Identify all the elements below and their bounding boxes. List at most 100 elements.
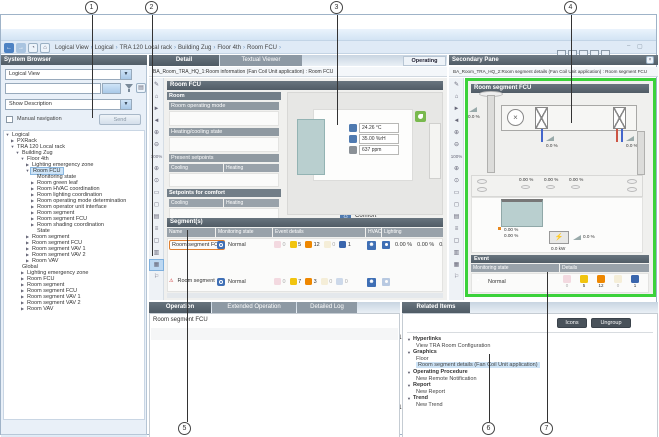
- monitoring-state-icon: [217, 241, 225, 249]
- event-count-value: 0: [283, 279, 286, 285]
- heating-column-header: Heating: [224, 199, 279, 207]
- search-input[interactable]: [5, 83, 101, 94]
- flag-icon[interactable]: ⚐: [449, 271, 464, 283]
- segments-column-header: Monitoring state: [216, 228, 272, 237]
- event-count-value: 7: [298, 279, 301, 285]
- light-icon: [571, 185, 580, 189]
- save-filter-icon[interactable]: ▤: [136, 83, 146, 93]
- breadcrumb-item[interactable]: Logical View: [55, 45, 89, 51]
- event-count: 0: [561, 275, 573, 288]
- horizontal-scrollbar[interactable]: [167, 293, 443, 298]
- manual-navigation-label: Manual navigation: [17, 116, 62, 122]
- tab-operation[interactable]: Operation: [149, 302, 211, 313]
- previous-icon[interactable]: ◄: [449, 115, 464, 127]
- event-count-value: 0: [283, 242, 286, 248]
- minimize-icon[interactable]: –: [627, 43, 630, 49]
- back-icon[interactable]: ←: [4, 43, 14, 53]
- chevron-down-icon[interactable]: ▼: [120, 100, 131, 109]
- event-monitoring-value: Normal: [488, 279, 506, 285]
- print-icon[interactable]: ▥: [449, 247, 464, 259]
- layout-icon-group: [557, 44, 612, 52]
- fit-view-icon[interactable]: ▭: [449, 187, 464, 199]
- related-group-label: Operating Procedure: [413, 369, 468, 376]
- segments-column-header: Lighting: [382, 228, 443, 237]
- related-group-header[interactable]: ▼Report: [407, 382, 653, 389]
- related-group-header[interactable]: ▼Hyperlinks: [407, 336, 653, 343]
- tab-detail[interactable]: Detail: [149, 55, 219, 66]
- tree-item[interactable]: ▶Room VAV: [5, 306, 143, 312]
- related-item-label: View TRA Room Configuration: [416, 343, 490, 349]
- green-leaf-icon[interactable]: [415, 111, 426, 122]
- zoom-window-icon[interactable]: ⊕: [449, 163, 464, 175]
- view-selector-dropdown[interactable]: Logical View ▼: [5, 69, 132, 80]
- event-pink-icon: [274, 241, 281, 248]
- send-button[interactable]: Send: [99, 114, 141, 125]
- event-count: 3: [305, 278, 317, 285]
- heating-coil-icon: [613, 107, 626, 129]
- select-icon[interactable]: ◻: [449, 199, 464, 211]
- tab-textual-viewer[interactable]: Textual Viewer: [220, 55, 302, 66]
- pan-icon[interactable]: ⊙: [449, 175, 464, 187]
- filter-icon[interactable]: [125, 84, 133, 92]
- operating-mode-button[interactable]: Operating: [403, 56, 446, 66]
- close-icon[interactable]: ×: [646, 56, 654, 64]
- forward-icon[interactable]: →: [16, 43, 26, 53]
- callout-line: [152, 15, 153, 256]
- operating-mode-header: Room operating mode: [169, 102, 279, 110]
- chevron-down-icon[interactable]: ▼: [120, 70, 131, 79]
- restore-icon[interactable]: ▢: [637, 43, 643, 50]
- return-water-pipe: [621, 129, 623, 142]
- breadcrumb-item[interactable]: Building Zug: [178, 45, 211, 51]
- home-icon[interactable]: ⌂: [40, 43, 50, 53]
- operation-property-row[interactable]: Monitoring state Normal: [151, 328, 398, 340]
- manual-navigation-checkbox[interactable]: [6, 116, 13, 123]
- related-items-icon[interactable]: ▦: [449, 259, 464, 271]
- list-icon[interactable]: ≡: [449, 223, 464, 235]
- blind-position-marker: [498, 227, 501, 230]
- tab-extended-operation[interactable]: Extended Operation: [212, 302, 296, 313]
- table-row[interactable]: Room segment FCUNormal051201☻0.00 %0.00 …: [167, 239, 443, 253]
- flag-icon[interactable]: ⚐: [149, 271, 164, 283]
- breadcrumb-item[interactable]: Room FCU: [247, 45, 277, 51]
- show-description-dropdown[interactable]: Show Description ▼: [5, 99, 132, 110]
- event-count-value: 0: [329, 279, 332, 285]
- callout-number: 1: [85, 1, 98, 14]
- breadcrumb-item[interactable]: Floor 4th: [217, 45, 241, 51]
- lighting-value: 0.00 %: [395, 242, 412, 248]
- event-count: 5: [290, 241, 302, 248]
- search-button[interactable]: ▼: [102, 83, 121, 94]
- edit-icon[interactable]: ✎: [449, 79, 464, 91]
- page-icon[interactable]: ▢: [449, 235, 464, 247]
- play-icon[interactable]: ►: [449, 103, 464, 115]
- event-count-value: 1: [629, 283, 641, 288]
- zoom-in-icon[interactable]: ⊕: [449, 127, 464, 139]
- related-item[interactable]: New Trend: [407, 402, 653, 408]
- icons-button[interactable]: Icons: [557, 318, 587, 328]
- tab-related-items[interactable]: Related Items: [402, 302, 470, 313]
- segments-column-header: Name: [167, 228, 215, 237]
- event-details-cell: 051201: [274, 241, 351, 248]
- event-pink-icon: [274, 278, 281, 285]
- history-icon[interactable]: ◔: [28, 43, 38, 53]
- layers-icon[interactable]: ▤: [449, 211, 464, 223]
- event-alarm-icon: [305, 278, 312, 285]
- tab-detailed-log[interactable]: Detailed Log: [297, 302, 357, 313]
- event-count-value: 0: [561, 283, 573, 288]
- valve1-ramp-icon: [546, 136, 554, 141]
- related-group-label: Trend: [413, 395, 428, 402]
- breadcrumb-item[interactable]: TRA 120 Local rack: [120, 45, 172, 51]
- cooling-column-header: Cooling: [169, 199, 223, 207]
- callout-line: [571, 15, 572, 123]
- zoom-out-icon[interactable]: ⊖: [449, 139, 464, 151]
- heater-ramp-icon: [573, 235, 581, 240]
- event-count-value: 5: [578, 283, 590, 288]
- table-row[interactable]: ⚠Room segmentNormal07300☻: [167, 276, 443, 290]
- related-group-header[interactable]: ▼Trend: [407, 395, 653, 402]
- related-items-icon[interactable]: ▦: [149, 259, 164, 271]
- related-group-header[interactable]: ▼Graphics: [407, 349, 653, 356]
- related-group-header[interactable]: ▼Operating Procedure: [407, 369, 653, 376]
- breadcrumb-item[interactable]: Logical: [95, 45, 114, 51]
- home-icon[interactable]: ⌂: [449, 91, 464, 103]
- event-count-value: 3: [314, 279, 317, 285]
- ungroup-button[interactable]: Ungroup: [591, 318, 631, 328]
